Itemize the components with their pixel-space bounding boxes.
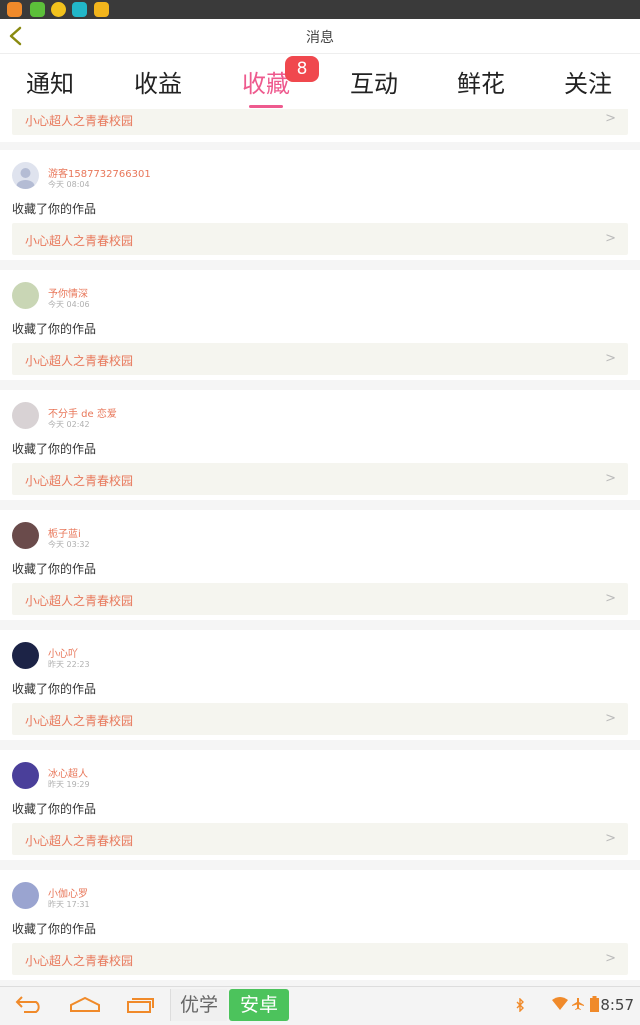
ime-youxue-button[interactable]: 优学: [170, 989, 227, 1021]
avatar[interactable]: [12, 762, 39, 789]
timestamp: 今天 03:32: [48, 540, 90, 549]
bluetooth-icon: [516, 998, 524, 1012]
timestamp: 昨天 22:23: [48, 660, 90, 669]
list-item: 小伽心罗 昨天 17:31 收藏了你的作品 小心超人之青春校园 >: [0, 870, 640, 980]
system-nav-bar: 优学 安卓 8:57: [0, 986, 640, 1025]
work-link[interactable]: 小心超人之青春校园 >: [12, 943, 628, 975]
active-tab-indicator: [249, 105, 283, 108]
chevron-right-icon: >: [605, 471, 616, 486]
action-text: 收藏了你的作品: [12, 802, 97, 816]
header-bar: 消息: [0, 19, 640, 53]
wechat-icon: [7, 2, 22, 17]
avatar[interactable]: [12, 402, 39, 429]
chevron-right-icon: >: [605, 231, 616, 246]
work-link[interactable]: 小心超人之青春校园 >: [12, 109, 628, 135]
chevron-right-icon: >: [605, 951, 616, 966]
work-title: 小心超人之青春校园: [25, 354, 134, 368]
timestamp: 今天 08:04: [48, 180, 90, 189]
default-avatar-icon: [16, 168, 35, 189]
app-gold-icon: [94, 2, 109, 17]
work-title: 小心超人之青春校园: [25, 234, 134, 248]
chevron-right-icon: >: [605, 831, 616, 846]
app-teal-icon: [72, 2, 87, 17]
app-green-icon: [30, 2, 45, 17]
work-title: 小心超人之青春校园: [25, 114, 134, 128]
ime-anzhuo-button[interactable]: 安卓: [229, 989, 289, 1021]
action-text: 收藏了你的作品: [12, 922, 97, 936]
battery-icon: [590, 996, 599, 1012]
timestamp: 今天 02:42: [48, 420, 90, 429]
airplane-icon: [572, 998, 584, 1010]
status-bar: [0, 0, 640, 19]
avatar[interactable]: [12, 162, 39, 189]
list-item: 游客1587732766301 今天 08:04 收藏了你的作品 小心超人之青春…: [0, 150, 640, 260]
tab-earnings[interactable]: 收益: [113, 64, 203, 99]
chevron-right-icon: >: [605, 351, 616, 366]
avatar[interactable]: [12, 882, 39, 909]
avatar[interactable]: [12, 642, 39, 669]
action-text: 收藏了你的作品: [12, 682, 97, 696]
tab-notifications[interactable]: 通知: [5, 64, 95, 99]
work-title: 小心超人之青春校园: [25, 474, 134, 488]
action-text: 收藏了你的作品: [12, 562, 97, 576]
tab-bar: 通知 收益 收藏 8 互动 鲜花 关注: [0, 53, 640, 110]
list-item: 不分手 de 恋爱 今天 02:42 收藏了你的作品 小心超人之青春校园 >: [0, 390, 640, 500]
chevron-right-icon: >: [605, 111, 616, 126]
unread-badge: 8: [285, 56, 319, 82]
work-title: 小心超人之青春校园: [25, 594, 134, 608]
list-item: 栀子蓝i 今天 03:32 收藏了你的作品 小心超人之青春校园 >: [0, 510, 640, 620]
page-title: 消息: [306, 30, 334, 46]
work-title: 小心超人之青春校园: [25, 834, 134, 848]
user-name[interactable]: 小伽心罗: [48, 885, 88, 900]
work-title: 小心超人之青春校园: [25, 714, 134, 728]
timestamp: 今天 04:06: [48, 300, 90, 309]
avatar[interactable]: [12, 522, 39, 549]
tab-interactions[interactable]: 互动: [329, 64, 419, 99]
list-item: 冰心超人 昨天 19:29 收藏了你的作品 小心超人之青春校园 >: [0, 750, 640, 860]
action-text: 收藏了你的作品: [12, 202, 97, 216]
tab-favorites-label: 收藏: [242, 70, 290, 98]
timestamp: 昨天 19:29: [48, 780, 90, 789]
app-yellow-icon: [51, 2, 66, 17]
work-link[interactable]: 小心超人之青春校园 >: [12, 463, 628, 495]
tab-favorites[interactable]: 收藏 8: [221, 56, 319, 99]
back-icon[interactable]: [12, 995, 44, 1015]
user-name[interactable]: 予你情深: [48, 285, 88, 300]
list-item: 予你情深 今天 04:06 收藏了你的作品 小心超人之青春校园 >: [0, 270, 640, 380]
user-name[interactable]: 小心吖: [48, 645, 78, 660]
user-name[interactable]: 栀子蓝i: [48, 525, 81, 540]
user-name[interactable]: 冰心超人: [48, 765, 88, 780]
recent-apps-icon[interactable]: [125, 995, 155, 1015]
chevron-right-icon: >: [605, 591, 616, 606]
favorites-list: 小心超人之青春校园 > 游客1587732766301 今天 08:04 收藏了…: [0, 109, 640, 986]
work-link[interactable]: 小心超人之青春校园 >: [12, 343, 628, 375]
clock: 8:57: [600, 996, 634, 1014]
work-link[interactable]: 小心超人之青春校园 >: [12, 583, 628, 615]
wifi-icon: [552, 997, 568, 1010]
action-text: 收藏了你的作品: [12, 442, 97, 456]
work-link[interactable]: 小心超人之青春校园 >: [12, 823, 628, 855]
avatar[interactable]: [12, 282, 39, 309]
timestamp: 昨天 17:31: [48, 900, 90, 909]
list-item: 小心吖 昨天 22:23 收藏了你的作品 小心超人之青春校园 >: [0, 630, 640, 740]
user-name[interactable]: 不分手 de 恋爱: [48, 405, 117, 420]
tab-follows[interactable]: 关注: [543, 64, 633, 99]
home-icon[interactable]: [68, 995, 102, 1015]
work-title: 小心超人之青春校园: [25, 954, 134, 968]
chevron-right-icon: >: [605, 711, 616, 726]
work-link[interactable]: 小心超人之青春校园 >: [12, 223, 628, 255]
action-text: 收藏了你的作品: [12, 322, 97, 336]
work-link[interactable]: 小心超人之青春校园 >: [12, 703, 628, 735]
user-name[interactable]: 游客1587732766301: [48, 165, 151, 180]
tab-flowers[interactable]: 鲜花: [436, 64, 526, 99]
list-item: 小心超人之青春校园 >: [0, 109, 640, 142]
